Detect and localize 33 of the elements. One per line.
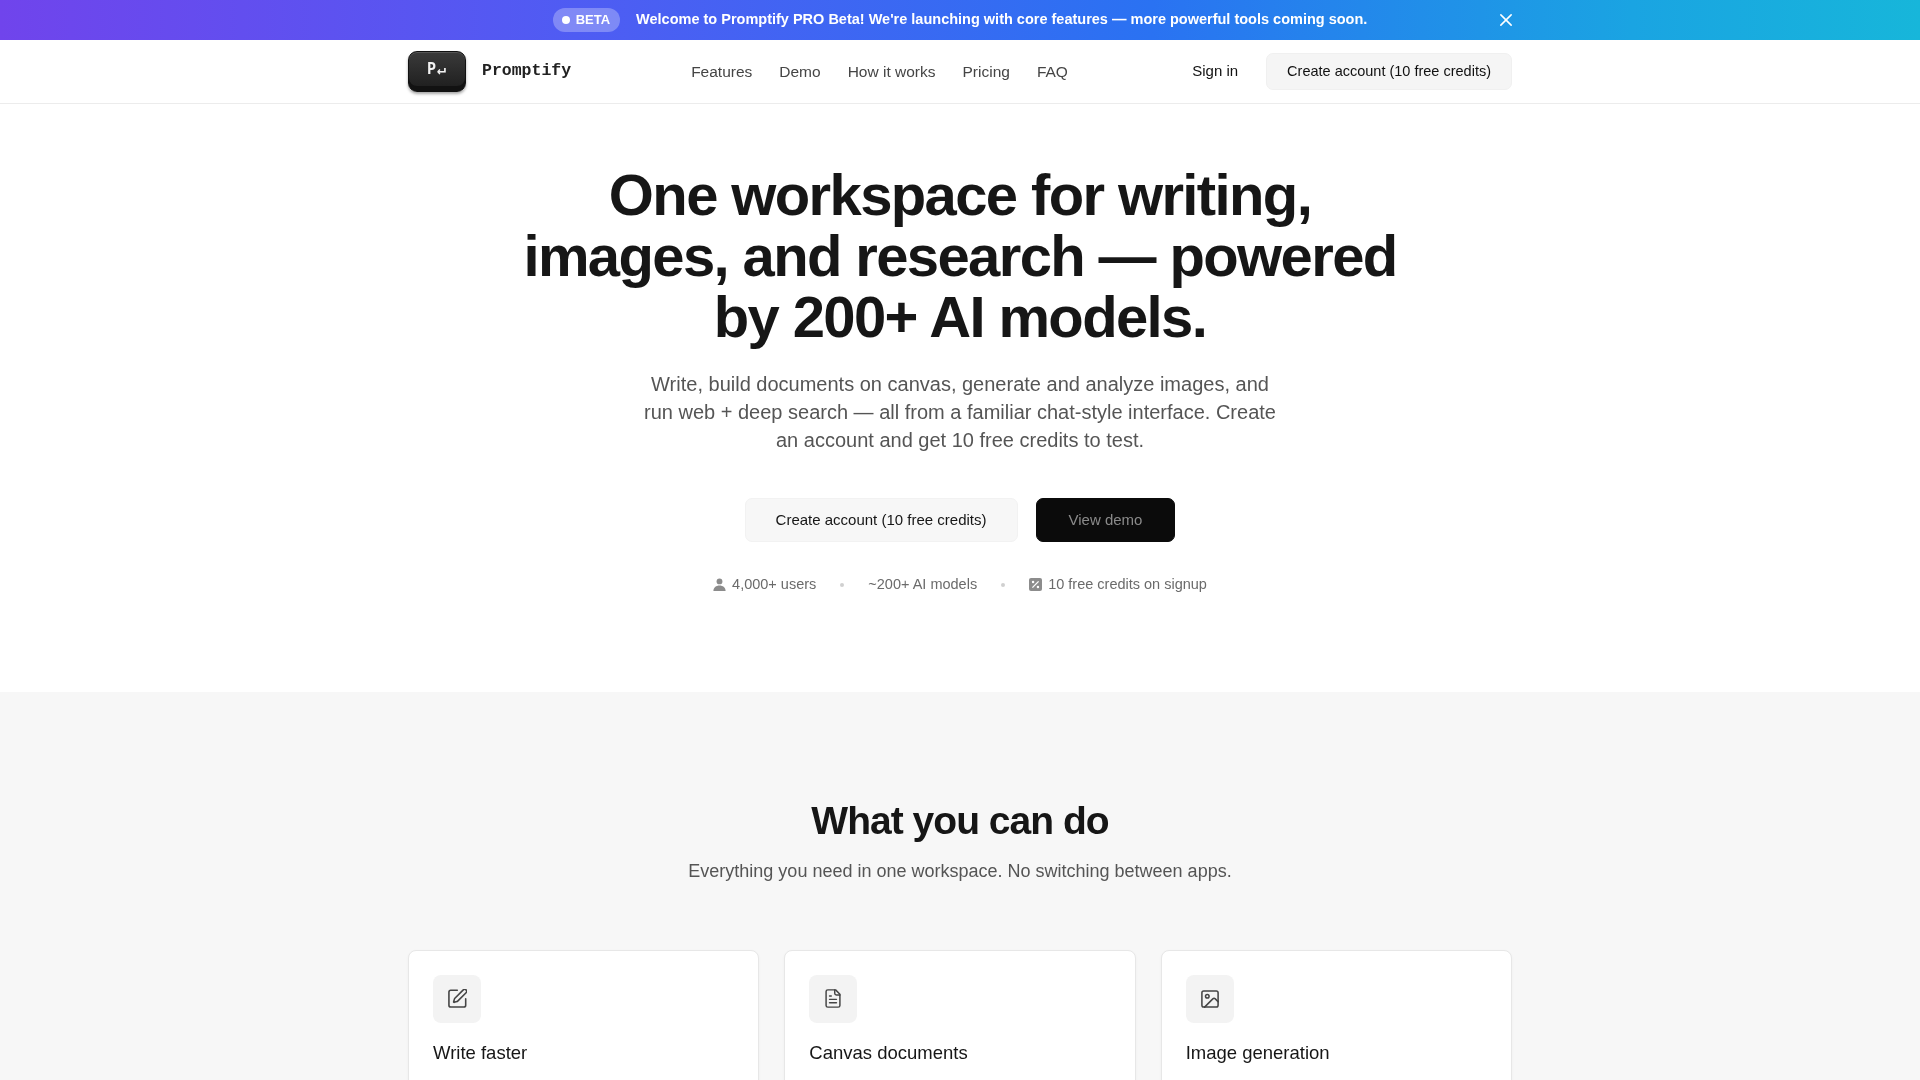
announcement-text: Welcome to Promptify PRO Beta! We're launching with core features — more powerful tools coming soon.: [636, 10, 1368, 30]
nav-link[interactable]: Pricing: [962, 59, 1010, 84]
nav-link[interactable]: Demo: [779, 59, 821, 84]
hero-subtitle: Write, build documents on canvas, generate and analyze images, and run web + deep search — all from a familiar chat-style interface. Create an account and get 10 free credits to test.: [643, 372, 1277, 453]
percent-square-icon: [1029, 578, 1043, 592]
view-demo-button[interactable]: View demo: [1035, 498, 1176, 542]
stat-text: 4,000+ users: [732, 575, 817, 594]
nav-link[interactable]: FAQ: [1036, 59, 1068, 84]
card-title: Image generation: [1185, 1040, 1331, 1065]
card-title: Canvas documents: [809, 1040, 969, 1065]
separator-dot-icon: [840, 582, 845, 587]
pencil-square-icon: [433, 974, 481, 1023]
sign-in-link[interactable]: Sign in: [1192, 60, 1239, 83]
section-subtitle: Everything you need in one workspace. No switching between apps.: [687, 859, 1233, 883]
badge-text: BETA: [575, 11, 611, 30]
nav-link[interactable]: How it works: [847, 59, 936, 84]
image-icon: [1185, 974, 1234, 1023]
logo-keycap: P↵: [408, 51, 466, 92]
stat-text: 10 free credits on signup: [1048, 575, 1207, 594]
stat-text: ~200+ AI models: [868, 575, 978, 594]
close-icon: [1500, 14, 1512, 26]
separator-dot-icon: [1001, 582, 1006, 587]
close-button[interactable]: [1500, 14, 1512, 26]
dot-icon: [561, 16, 570, 24]
nav-link[interactable]: Features: [691, 59, 753, 84]
create-account-button[interactable]: Create account (10 free credits): [1266, 53, 1512, 90]
hero-title: One workspace for writing, images, and research — powered by 200+ AI models.: [522, 164, 1398, 347]
brand-name: Promptify: [482, 60, 572, 83]
user-icon: [713, 578, 727, 592]
document-icon: [809, 974, 858, 1023]
create-account-button[interactable]: Create account (10 free credits): [744, 498, 1018, 542]
section-title: What you can do: [810, 797, 1110, 844]
card-title: Write faster: [433, 1040, 529, 1065]
